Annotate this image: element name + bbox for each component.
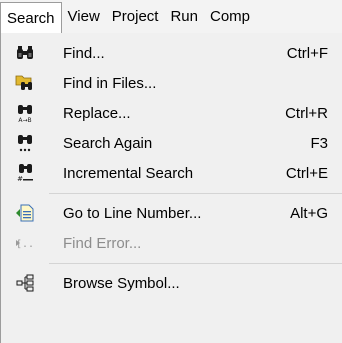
- menu-item-incremental-search[interactable]: # Incremental Search Ctrl+E: [1, 158, 342, 188]
- menu-separator: [49, 193, 342, 194]
- menu-item-search-again[interactable]: Search Again F3: [1, 128, 342, 158]
- menu-item-label: Find...: [63, 44, 105, 62]
- menu-item-find-error: [..] Find Error...: [1, 228, 342, 258]
- search-dropdown-menu: Find... Ctrl+F Find in Files... A→B Repl…: [0, 33, 342, 343]
- menubar-view[interactable]: View: [62, 0, 106, 33]
- replace-icon: A→B: [15, 103, 35, 123]
- menu-item-shortcut: Ctrl+R: [285, 104, 328, 122]
- menu-item-replace[interactable]: A→B Replace... Ctrl+R: [1, 98, 342, 128]
- svg-text:#: #: [17, 175, 23, 183]
- menu-item-shortcut: Ctrl+F: [286, 44, 328, 62]
- menubar-compiler[interactable]: Comp: [204, 0, 256, 33]
- menu-item-label: Search Again: [63, 134, 153, 152]
- find-error-icon: [..]: [15, 233, 35, 253]
- svg-text:A→B: A→B: [18, 117, 31, 123]
- menu-item-label: Browse Symbol...: [63, 274, 180, 292]
- menu-item-shortcut: Ctrl+E: [285, 164, 328, 182]
- goto-line-icon: [15, 203, 35, 223]
- menu-item-shortcut: Alt+G: [290, 204, 328, 222]
- browse-symbol-icon: [15, 273, 35, 293]
- menu-bar: Search View Project Run Comp: [0, 0, 342, 34]
- incremental-search-icon: #: [15, 163, 35, 183]
- search-again-icon: [15, 133, 35, 153]
- menu-item-label: Go to Line Number...: [63, 204, 202, 222]
- binoculars-icon: [15, 43, 35, 63]
- menu-item-find[interactable]: Find... Ctrl+F: [1, 38, 342, 68]
- svg-text:[..]: [..]: [16, 239, 35, 250]
- find-in-files-icon: [15, 73, 35, 93]
- menubar-search[interactable]: Search: [0, 2, 62, 34]
- menu-item-label: Find in Files...: [63, 74, 157, 92]
- menubar-project[interactable]: Project: [106, 0, 165, 33]
- menubar-run[interactable]: Run: [164, 0, 204, 33]
- menu-item-shortcut: F3: [310, 134, 328, 152]
- menu-separator: [49, 263, 342, 264]
- menu-item-goto-line[interactable]: Go to Line Number... Alt+G: [1, 198, 342, 228]
- menu-item-label: Replace...: [63, 104, 131, 122]
- menu-item-find-in-files[interactable]: Find in Files...: [1, 68, 342, 98]
- menu-item-label: Incremental Search: [63, 164, 194, 182]
- menu-item-label: Find Error...: [63, 234, 142, 252]
- menu-item-browse-symbol[interactable]: Browse Symbol...: [1, 268, 342, 298]
